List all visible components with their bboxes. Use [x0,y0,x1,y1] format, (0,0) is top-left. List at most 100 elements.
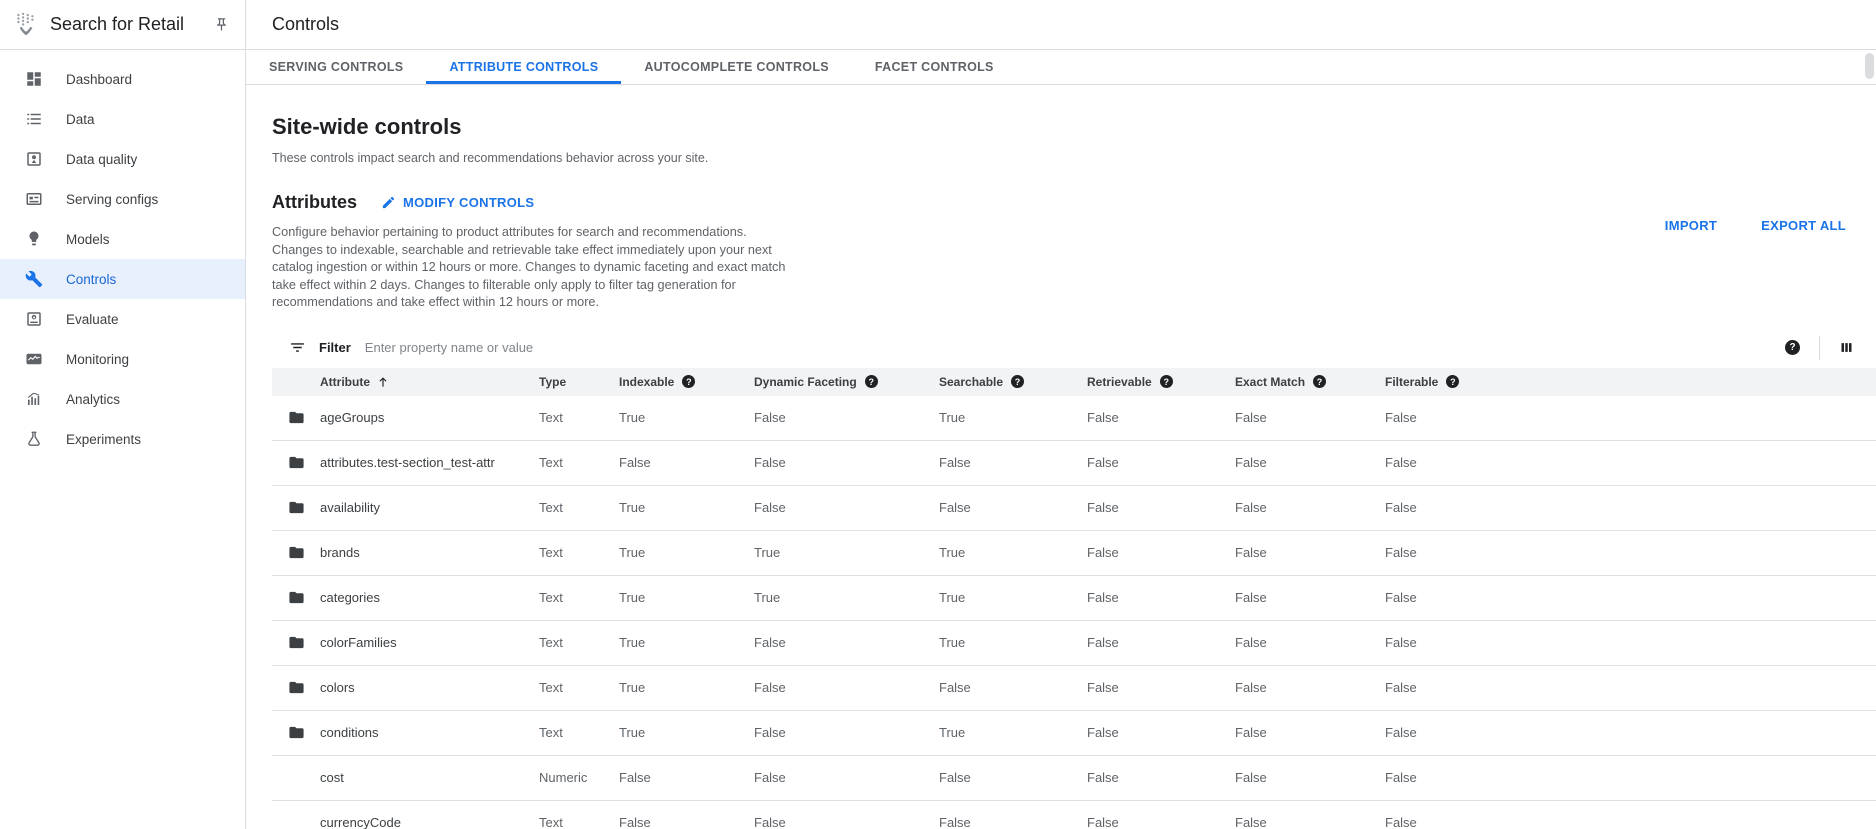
sidebar-item-label: Experiments [66,432,141,447]
monitoring-icon [25,350,43,368]
folder-icon [288,544,320,561]
attribute-name: colorFamilies [320,635,539,650]
exact-match-value: False [1235,590,1385,605]
import-button[interactable]: IMPORT [1665,218,1717,233]
help-icon[interactable]: ? [865,375,878,388]
table-row[interactable]: availability Text True False False False… [272,486,1876,531]
sidebar-item-label: Analytics [66,392,120,407]
exact-match-value: False [1235,680,1385,695]
help-icon[interactable]: ? [1313,375,1326,388]
card-icon [25,190,43,208]
export-all-button[interactable]: EXPORT ALL [1761,218,1846,233]
attribute-name: cost [320,770,539,785]
filterable-value: False [1385,725,1876,740]
column-header-filterable: Filterable? [1385,375,1876,389]
filter-bar: Filter ? [272,328,1876,368]
retrievable-value: False [1087,590,1235,605]
retrievable-value: False [1087,410,1235,425]
sidebar-item-dashboard[interactable]: Dashboard [0,59,245,99]
searchable-value: True [939,410,1087,425]
retrievable-value: False [1087,680,1235,695]
table-row[interactable]: currencyCode Text False False False Fals… [272,801,1876,829]
attributes-description: Configure behavior pertaining to product… [272,224,800,312]
divider [1819,336,1820,360]
filter-input[interactable] [365,340,1785,355]
attribute-type: Text [539,725,619,740]
table-row[interactable]: brands Text True True True False False F… [272,531,1876,576]
table-help-icon[interactable]: ? [1785,340,1800,355]
dynamic-faceting-value: True [754,545,939,560]
indexable-value: True [619,725,754,740]
folder-icon [288,679,320,696]
sidebar-item-data[interactable]: Data [0,99,245,139]
dynamic-faceting-value: False [754,680,939,695]
content-area: Site-wide controls These controls impact… [246,114,1876,829]
dynamic-faceting-value: False [754,725,939,740]
filterable-value: False [1385,635,1876,650]
main-panel: SERVING CONTROLS ATTRIBUTE CONTROLS AUTO… [246,50,1876,829]
sidebar-item-label: Controls [66,272,116,287]
attribute-type: Text [539,590,619,605]
sidebar-item-evaluate[interactable]: Evaluate [0,299,245,339]
table-row[interactable]: attributes.test-section_test-attr Text F… [272,441,1876,486]
app-header: Search for Retail [0,0,246,50]
help-icon[interactable]: ? [682,375,695,388]
filterable-value: False [1385,500,1876,515]
table-row[interactable]: ageGroups Text True False True False Fal… [272,396,1876,441]
table-header: Attribute Type Indexable? Dynamic Faceti… [272,368,1876,396]
table-row[interactable]: colors Text True False False False False… [272,666,1876,711]
table-row[interactable]: categories Text True True True False Fal… [272,576,1876,621]
pin-icon[interactable] [214,17,229,32]
dynamic-faceting-value: True [754,590,939,605]
table-row[interactable]: colorFamilies Text True False True False… [272,621,1876,666]
tab-autocomplete-controls[interactable]: AUTOCOMPLETE CONTROLS [621,50,852,84]
evaluate-icon [25,310,43,328]
help-icon[interactable]: ? [1011,375,1024,388]
tab-attribute-controls[interactable]: ATTRIBUTE CONTROLS [426,50,621,84]
searchable-value: True [939,590,1087,605]
sidebar-item-data-quality[interactable]: Data quality [0,139,245,179]
badge-icon [25,150,43,168]
help-icon[interactable]: ? [1160,375,1173,388]
retrievable-value: False [1087,725,1235,740]
filterable-value: False [1385,590,1876,605]
sidebar-item-experiments[interactable]: Experiments [0,419,245,459]
dynamic-faceting-value: False [754,770,939,785]
retrievable-value: False [1087,455,1235,470]
indexable-value: True [619,635,754,650]
indexable-value: False [619,815,754,829]
help-icon[interactable]: ? [1446,375,1459,388]
column-header-attribute[interactable]: Attribute [320,375,539,389]
tab-facet-controls[interactable]: FACET CONTROLS [852,50,1017,84]
folder-icon [288,589,320,606]
indexable-value: True [619,410,754,425]
table-row[interactable]: conditions Text True False True False Fa… [272,711,1876,756]
column-header-exact-match: Exact Match? [1235,375,1385,389]
table-row[interactable]: cost Numeric False False False False Fal… [272,756,1876,801]
attribute-name: colors [320,680,539,695]
lightbulb-icon [25,230,43,248]
indexable-value: True [619,500,754,515]
folder-icon [288,499,320,516]
retrievable-value: False [1087,635,1235,650]
dynamic-faceting-value: False [754,815,939,829]
indexable-value: True [619,545,754,560]
scrollbar-thumb[interactable] [1865,53,1874,79]
modify-controls-button[interactable]: MODIFY CONTROLS [374,195,534,210]
tab-serving-controls[interactable]: SERVING CONTROLS [246,50,426,84]
attribute-name: attributes.test-section_test-attr [320,455,539,470]
sidebar-item-models[interactable]: Models [0,219,245,259]
sidebar-item-analytics[interactable]: Analytics [0,379,245,419]
app-window: Search for Retail Controls Dashboard Dat… [0,0,1876,829]
folder-icon [288,634,320,651]
sidebar-item-monitoring[interactable]: Monitoring [0,339,245,379]
column-display-icon[interactable] [1839,340,1854,355]
sort-ascending-icon [376,375,390,389]
dashboard-icon [25,70,43,88]
sidebar-item-controls[interactable]: Controls [0,259,245,299]
sidebar-item-serving-configs[interactable]: Serving configs [0,179,245,219]
folder-icon [288,409,320,426]
flask-icon [25,430,43,448]
filterable-value: False [1385,410,1876,425]
attribute-name: availability [320,500,539,515]
